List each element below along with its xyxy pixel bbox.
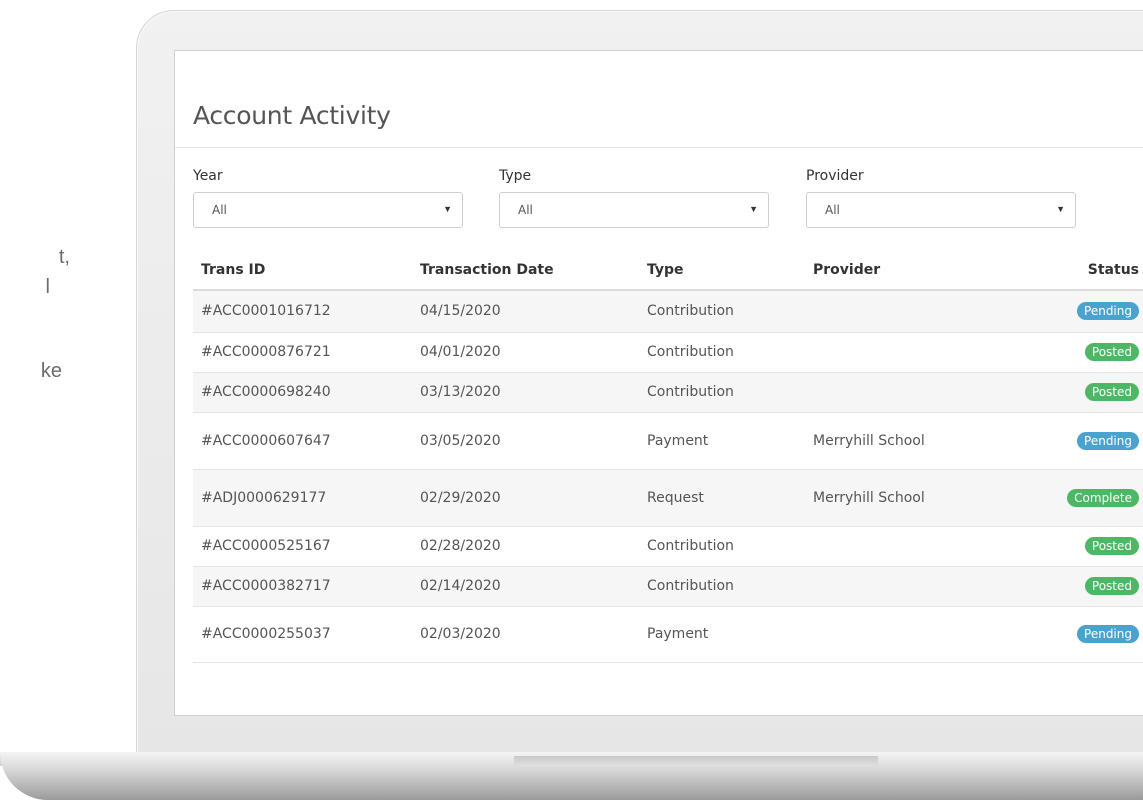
status-badge: Complete xyxy=(1067,488,1139,507)
type-select-value: All xyxy=(518,203,533,217)
chevron-down-icon: ▼ xyxy=(749,204,758,214)
laptop-hinge xyxy=(514,756,878,766)
provider-cell xyxy=(805,372,1013,413)
filter-type-label: Type xyxy=(499,168,532,184)
type-cell: Contribution xyxy=(639,566,805,607)
filter-provider: Provider All ▼ xyxy=(806,168,1076,228)
status-badge: Posted xyxy=(1084,383,1139,401)
transaction-date-cell: 02/03/2020 xyxy=(412,606,639,663)
provider-cell xyxy=(805,290,1013,333)
chevron-down-icon: ▼ xyxy=(443,204,452,214)
marketing-text-line-1: t, xyxy=(58,246,70,268)
table-row[interactable]: #ACC0000382717 02/14/2020 Contribution Post… xyxy=(193,566,1143,607)
provider-cell: Merryhill School xyxy=(805,412,1013,470)
transaction-date-cell: 04/15/2020 xyxy=(412,290,639,333)
marketing-text-line-2: l xyxy=(45,276,50,298)
status-badge: Posted xyxy=(1084,537,1139,555)
transaction-date-cell: 02/29/2020 xyxy=(412,469,639,527)
provider-cell xyxy=(805,332,1013,373)
transaction-date-cell: 04/01/2020 xyxy=(412,332,639,373)
table-header-row: Trans ID Transaction Date Type Provider … xyxy=(193,251,1143,291)
table-row[interactable]: #ACC0000525167 02/28/2020 Contribution Post… xyxy=(193,526,1143,567)
status-cell: Pending xyxy=(1013,290,1143,333)
filter-type: Type All ▼ xyxy=(499,168,769,228)
type-cell: Request xyxy=(639,469,805,527)
table-row[interactable]: #ACC0000607647 03/05/2020 Payment Merryhill… xyxy=(193,412,1143,470)
chevron-down-icon: ▼ xyxy=(1056,204,1065,214)
status-badge: Posted xyxy=(1084,343,1139,361)
filter-provider-label: Provider xyxy=(806,168,864,184)
transaction-date-cell: 03/05/2020 xyxy=(412,412,639,470)
filter-year: Year All ▼ xyxy=(193,168,463,228)
status-cell: Posted xyxy=(1013,566,1143,607)
status-cell: Pending xyxy=(1013,606,1143,663)
type-select[interactable]: All ▼ xyxy=(499,192,769,228)
filter-year-label: Year xyxy=(193,168,223,184)
status-cell: Posted xyxy=(1013,332,1143,373)
status-cell: Pending xyxy=(1013,412,1143,470)
provider-cell xyxy=(805,526,1013,567)
transaction-date-cell: 03/13/2020 xyxy=(412,372,639,413)
trans-id-cell: #ACC0000525167 xyxy=(193,526,412,567)
trans-id-cell: #ACC0000876721 xyxy=(193,332,412,373)
status-cell: Posted xyxy=(1013,526,1143,567)
type-cell: Contribution xyxy=(639,332,805,373)
provider-select-value: All xyxy=(825,203,840,217)
marketing-text-line-3: ke xyxy=(40,360,62,382)
table-row[interactable]: #ACC0000876721 04/01/2020 Contribution Post… xyxy=(193,332,1143,373)
status-badge: Posted xyxy=(1084,577,1139,595)
year-select-value: All xyxy=(212,203,227,217)
trans-id-cell: #ACC0000382717 xyxy=(193,566,412,607)
provider-cell xyxy=(805,566,1013,607)
status-badge: Pending xyxy=(1077,302,1139,321)
type-cell: Payment xyxy=(639,606,805,663)
transaction-date-cell: 02/14/2020 xyxy=(412,566,639,607)
type-cell: Contribution xyxy=(639,372,805,413)
type-cell: Contribution xyxy=(639,526,805,567)
trans-id-cell: #ACC0000607647 xyxy=(193,412,412,470)
header-transaction-date[interactable]: Transaction Date xyxy=(412,251,639,291)
table-row[interactable]: #ACC0001016712 04/15/2020 Contribution Pend… xyxy=(193,290,1143,333)
provider-select[interactable]: All ▼ xyxy=(806,192,1076,228)
trans-id-cell: #ACC0000255037 xyxy=(193,606,412,663)
status-cell: Complete xyxy=(1013,469,1143,527)
header-status[interactable]: Status xyxy=(1013,251,1143,291)
status-badge: Pending xyxy=(1077,431,1139,450)
table-row[interactable]: #ADJ0000629177 02/29/2020 Request Merryhill… xyxy=(193,469,1143,527)
type-cell: Contribution xyxy=(639,290,805,333)
status-cell: Posted xyxy=(1013,372,1143,413)
transaction-date-cell: 02/28/2020 xyxy=(412,526,639,567)
trans-id-cell: #ADJ0000629177 xyxy=(193,469,412,527)
header-provider[interactable]: Provider xyxy=(805,251,1013,291)
provider-cell: Merryhill School xyxy=(805,469,1013,527)
header-type[interactable]: Type xyxy=(639,251,805,291)
account-activity-table: Trans ID Transaction Date Type Provider … xyxy=(193,251,1143,663)
title-divider xyxy=(175,147,1143,148)
table-row[interactable]: #ACC0000255037 02/03/2020 Payment Pending xyxy=(193,606,1143,663)
provider-cell xyxy=(805,606,1013,663)
laptop-screen: Account Activity Year All ▼ Type All ▼ P… xyxy=(174,50,1143,716)
status-badge: Pending xyxy=(1077,625,1139,643)
page-title: Account Activity xyxy=(193,101,391,130)
trans-id-cell: #ACC0000698240 xyxy=(193,372,412,413)
year-select[interactable]: All ▼ xyxy=(193,192,463,228)
type-cell: Payment xyxy=(639,412,805,470)
table-row[interactable]: #ACC0000698240 03/13/2020 Contribution Post… xyxy=(193,372,1143,413)
header-trans-id[interactable]: Trans ID xyxy=(193,251,412,291)
trans-id-cell: #ACC0001016712 xyxy=(193,290,412,333)
